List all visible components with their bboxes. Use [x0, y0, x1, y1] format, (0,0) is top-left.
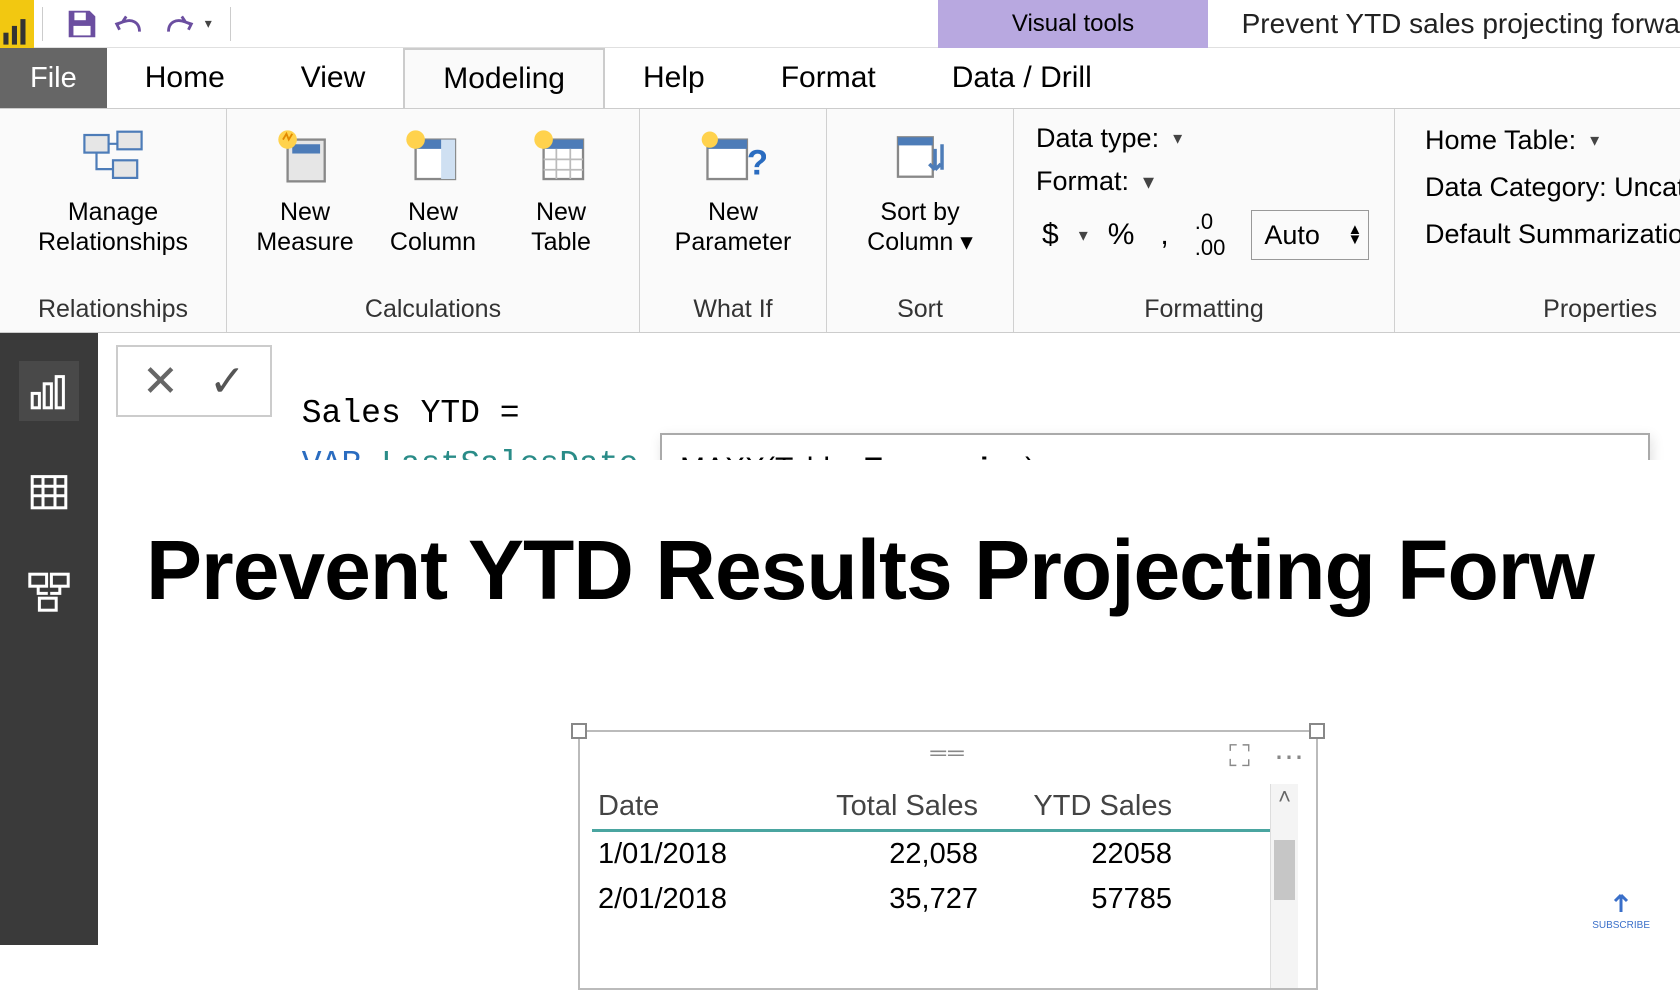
report-canvas[interactable]: Prevent YTD Results Projecting Forw ══ ⛶…: [98, 460, 1680, 945]
scroll-up-icon[interactable]: ˄: [1271, 784, 1298, 810]
ribbon-group-calculations: New Measure New Column New Table Calcula…: [227, 109, 640, 332]
table-visual[interactable]: ══ ⛶ ⋯ Date Total Sales YTD Sales 1/01/2…: [578, 730, 1318, 990]
app-logo: [0, 0, 34, 48]
title-bar: ▾ Visual tools Prevent YTD sales project…: [0, 0, 1680, 48]
scrollbar[interactable]: ˄: [1270, 784, 1298, 988]
decimal-icon[interactable]: .0.00: [1189, 209, 1232, 261]
save-button[interactable]: [61, 3, 103, 45]
percent-button[interactable]: %: [1102, 218, 1141, 252]
manage-relationships-button[interactable]: Manage Relationships: [18, 115, 208, 257]
ribbon-body: Manage Relationships Relationships New M…: [0, 108, 1680, 333]
column-header[interactable]: Date: [592, 790, 812, 823]
model-view-button[interactable]: [19, 561, 79, 621]
tab-view[interactable]: View: [263, 48, 403, 108]
tab-home[interactable]: Home: [107, 48, 263, 108]
format-dropdown[interactable]: Format:▾: [1036, 166, 1372, 197]
report-title-text: Prevent YTD Results Projecting Forw: [146, 522, 1594, 619]
ribbon-group-sort: Sort by Column ▾ Sort: [827, 109, 1014, 332]
svg-text:?: ?: [747, 143, 766, 182]
column-icon: [397, 121, 469, 193]
resize-handle[interactable]: [1309, 723, 1325, 739]
contextual-tab-label: Visual tools: [1012, 10, 1134, 38]
more-options-icon[interactable]: ⋯: [1274, 740, 1304, 775]
ribbon-group-whatif: ? New Parameter What If: [640, 109, 827, 332]
ribbon-group-formatting: Data type:▾ Format:▾ $ ▾ % , .0.00 Auto ▲…: [1014, 109, 1395, 332]
redo-button[interactable]: [157, 3, 199, 45]
stepper-arrows[interactable]: ▲▼: [1348, 225, 1363, 246]
sort-icon: [884, 121, 956, 193]
tab-help[interactable]: Help: [605, 48, 743, 108]
table-row[interactable]: 1/01/2018 22,058 22058: [592, 832, 1270, 877]
new-column-button[interactable]: New Column: [373, 115, 493, 257]
sort-by-column-button[interactable]: Sort by Column ▾: [845, 115, 995, 257]
new-table-button[interactable]: New Table: [501, 115, 621, 257]
scroll-thumb[interactable]: [1274, 840, 1295, 900]
decimal-places-stepper[interactable]: Auto ▲▼: [1251, 210, 1369, 260]
relationships-icon: [77, 121, 149, 193]
qat-customize-dropdown[interactable]: ▾: [205, 15, 212, 32]
table-icon: [525, 121, 597, 193]
quick-access-toolbar: ▾: [51, 3, 222, 45]
thousands-separator-button[interactable]: ,: [1154, 218, 1174, 252]
document-title: Prevent YTD sales projecting forwa: [1242, 8, 1680, 40]
ribbon-group-properties: Home Table:▾ Data Category: Uncategorize…: [1395, 109, 1680, 332]
column-header[interactable]: YTD Sales: [1002, 790, 1182, 823]
drag-grip-icon[interactable]: ══: [930, 740, 965, 766]
tab-data-drill[interactable]: Data / Drill: [914, 48, 1130, 108]
undo-button[interactable]: [109, 3, 151, 45]
data-view-button[interactable]: [19, 461, 79, 521]
data-table: Date Total Sales YTD Sales 1/01/2018 22,…: [592, 784, 1270, 988]
table-header-row: Date Total Sales YTD Sales: [592, 784, 1270, 832]
report-view-button[interactable]: [19, 361, 79, 421]
home-table-dropdown[interactable]: Home Table:▾: [1425, 125, 1680, 156]
focus-mode-icon[interactable]: ⛶: [1229, 740, 1250, 775]
ribbon-group-relationships: Manage Relationships Relationships: [0, 109, 227, 332]
resize-handle[interactable]: [571, 723, 587, 739]
new-parameter-button[interactable]: ? New Parameter: [658, 115, 808, 257]
view-rail: [0, 333, 98, 945]
currency-button[interactable]: $: [1036, 218, 1065, 252]
data-category-dropdown[interactable]: Data Category: Uncategorize: [1425, 172, 1680, 203]
table-row[interactable]: 2/01/2018 35,727 57785: [592, 877, 1270, 922]
subscribe-watermark: SUBSCRIBE: [1592, 887, 1650, 931]
measure-icon: [269, 121, 341, 193]
ribbon-tabs: File Home View Modeling Help Format Data…: [0, 48, 1680, 108]
currency-dropdown[interactable]: ▾: [1079, 225, 1088, 246]
parameter-icon: ?: [697, 121, 769, 193]
tab-modeling[interactable]: Modeling: [403, 48, 605, 108]
formula-accept-button[interactable]: ✓: [209, 356, 246, 407]
contextual-tab-visual-tools[interactable]: Visual tools: [938, 0, 1207, 48]
data-type-dropdown[interactable]: Data type:▾: [1036, 123, 1372, 154]
tab-file[interactable]: File: [0, 48, 107, 108]
column-header[interactable]: Total Sales: [812, 790, 1002, 823]
formula-controls: ✕ ✓: [116, 345, 272, 417]
new-measure-button[interactable]: New Measure: [245, 115, 365, 257]
tab-format[interactable]: Format: [743, 48, 914, 108]
formula-cancel-button[interactable]: ✕: [142, 356, 179, 407]
default-summarization-dropdown[interactable]: Default Summarization: Don't: [1425, 219, 1680, 250]
